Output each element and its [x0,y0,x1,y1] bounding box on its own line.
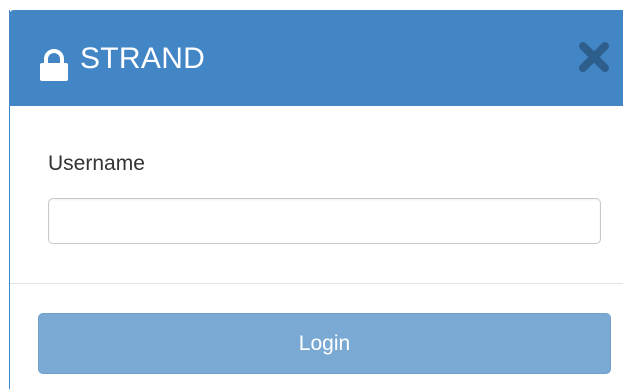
form-body: Username [10,106,623,286]
lock-icon [40,49,68,81]
close-icon[interactable] [576,39,612,75]
login-button[interactable]: Login [38,313,611,374]
page: STRAND Username Login [0,0,623,389]
dialog-header: STRAND [9,10,623,106]
username-input[interactable] [48,198,601,244]
dialog-title: STRAND [80,42,206,75]
username-label: Username [48,152,145,175]
close-button[interactable] [576,39,612,75]
divider [10,283,623,284]
login-dialog: STRAND Username Login [9,10,623,389]
